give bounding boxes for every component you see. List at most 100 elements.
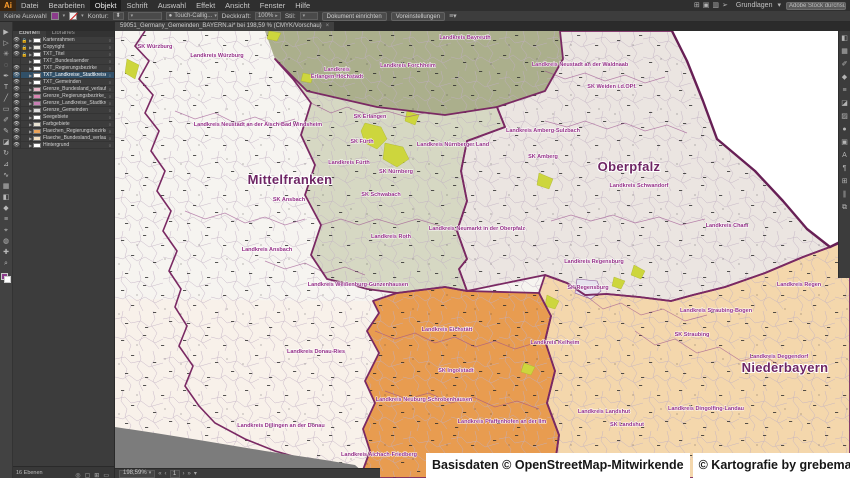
layer-name[interactable]: Flaechen_Regierungsbezirke_au... — [43, 128, 106, 134]
lock-icon[interactable] — [21, 114, 28, 121]
variable-width-dropdown[interactable]: ▾ — [128, 12, 162, 20]
menu-fenster[interactable]: Fenster — [255, 0, 290, 11]
target-circle-icon[interactable]: ○ — [106, 115, 114, 120]
artboard-canvas[interactable]: SK WürzburgLandkreis WürzburgLandkreis B… — [115, 31, 850, 478]
layer-name[interactable]: Seegebiete — [43, 114, 106, 120]
menu-auswahl[interactable]: Auswahl — [153, 0, 191, 11]
shape-builder-tool[interactable]: ▦ — [1, 182, 12, 192]
chevron-down-icon[interactable]: ▾ — [777, 0, 781, 11]
character-panel-icon[interactable]: A — [842, 151, 847, 160]
visibility-eye-icon[interactable] — [13, 58, 21, 65]
layer-name[interactable]: Flaeche_Bundesland_verlauf — [43, 135, 106, 141]
artboards-panel-icon[interactable]: ⊞ — [842, 177, 848, 186]
screen-mode-icon[interactable]: ▥ — [712, 2, 719, 9]
target-circle-icon[interactable]: ○ — [106, 108, 114, 113]
next-artboard-icon[interactable]: › — [183, 471, 185, 477]
gradient-panel-icon[interactable]: ◪ — [841, 99, 848, 108]
target-circle-icon[interactable]: ○ — [106, 87, 114, 92]
artboard-tool[interactable]: ✚ — [1, 248, 12, 258]
visibility-eye-icon[interactable]: 👁 — [13, 114, 21, 121]
visibility-eye-icon[interactable]: 👁 — [13, 135, 21, 142]
layer-row[interactable]: 👁▶Hintergrund○ — [13, 142, 114, 149]
make-mask-icon[interactable]: ◎ — [73, 473, 82, 478]
fill-color-swatch[interactable] — [51, 12, 59, 20]
lock-icon[interactable] — [21, 65, 28, 72]
target-circle-icon[interactable]: ○ — [106, 59, 114, 64]
visibility-eye-icon[interactable]: 👁 — [13, 79, 21, 86]
last-artboard-icon[interactable]: » — [188, 471, 191, 477]
target-circle-icon[interactable]: ○ — [106, 38, 114, 43]
opacity-value-dropdown[interactable]: 100%▸ — [255, 12, 281, 20]
graphic-styles-panel-icon[interactable]: ▣ — [841, 138, 848, 147]
stroke-weight-stepper[interactable]: ⬍ — [113, 12, 124, 20]
layer-name[interactable]: TXT_Landkreise_Stadtkreise — [43, 72, 106, 78]
lock-icon[interactable]: 🔒 — [21, 37, 28, 44]
target-circle-icon[interactable]: ○ — [106, 80, 114, 85]
blend-tool[interactable]: ◍ — [1, 237, 12, 247]
layer-row[interactable]: 👁▶Grenze_Gemeinden○ — [13, 107, 114, 114]
visibility-eye-icon[interactable]: 👁 — [13, 107, 21, 114]
pen-tool[interactable]: ✒ — [1, 72, 12, 82]
stroke-color-swatch[interactable] — [69, 12, 77, 20]
stroke-panel-icon[interactable]: ≡ — [842, 86, 846, 95]
layer-row[interactable]: 👁▶Grenze_Regierungsbezirke_aufl...○ — [13, 93, 114, 100]
layer-name[interactable]: Grenze_Landkreise_Stadtkreise — [43, 100, 106, 106]
lock-icon[interactable] — [21, 135, 28, 142]
lock-icon[interactable] — [21, 72, 28, 79]
layer-name[interactable]: TXT_Regierungsbezirke — [43, 65, 106, 71]
brush-definition-dropdown[interactable]: ● Touch-Callig... ▾ — [166, 12, 218, 20]
target-circle-icon[interactable]: ○ — [106, 94, 114, 99]
document-tab[interactable]: 59051_Germany_Gemeinden_BAYERN.ai* bei 1… — [115, 22, 334, 31]
menu-datei[interactable]: Datei — [16, 0, 44, 11]
layer-row[interactable]: 👁🔒▶Copyright○ — [13, 44, 114, 51]
layer-row[interactable]: 👁▶Farbgebiete○ — [13, 121, 114, 128]
layer-name[interactable]: TXT_Gemeinden — [43, 79, 106, 85]
eyedropper-tool[interactable]: ⌖ — [1, 226, 12, 236]
symbols-panel-icon[interactable]: ◆ — [842, 73, 847, 82]
target-circle-icon[interactable]: ○ — [106, 122, 114, 127]
magic-wand-tool[interactable]: ✳ — [1, 50, 12, 60]
width-tool[interactable]: ∿ — [1, 171, 12, 181]
visibility-eye-icon[interactable]: 👁 — [13, 100, 21, 107]
rectangle-tool[interactable]: ▭ — [1, 105, 12, 115]
visibility-eye-icon[interactable]: 👁 — [13, 51, 21, 58]
menu-schrift[interactable]: Schrift — [121, 0, 152, 11]
fill-stroke-control[interactable] — [1, 273, 11, 283]
lock-icon[interactable] — [21, 107, 28, 114]
type-tool[interactable]: T — [1, 83, 12, 93]
layer-name[interactable]: Hintergrund — [43, 142, 106, 148]
menu-bearbeiten[interactable]: Bearbeiten — [44, 0, 90, 11]
chevron-down-icon[interactable]: ▾ — [63, 13, 66, 19]
transparency-panel-icon[interactable]: ▨ — [841, 112, 848, 121]
lock-icon[interactable] — [21, 100, 28, 107]
pencil-tool[interactable]: ✎ — [1, 127, 12, 137]
brushes-panel-icon[interactable]: ✐ — [842, 60, 848, 69]
direct-selection-tool[interactable]: ▷ — [1, 39, 12, 49]
appearance-panel-icon[interactable]: ● — [842, 125, 846, 134]
target-circle-icon[interactable]: ○ — [106, 136, 114, 141]
layer-row[interactable]: 👁🔒▶Kartenrahmen○ — [13, 37, 114, 44]
target-circle-icon[interactable]: ○ — [106, 101, 114, 106]
target-circle-icon[interactable]: ○ — [106, 66, 114, 71]
stroke-proxy[interactable] — [4, 276, 11, 283]
lasso-tool[interactable]: ◌ — [1, 61, 12, 71]
previous-artboard-icon[interactable]: ‹ — [165, 471, 167, 477]
layer-name[interactable]: Grenze_Bundesland_verlauf — [43, 86, 106, 92]
visibility-eye-icon[interactable]: 👁 — [13, 128, 21, 135]
lock-icon[interactable] — [21, 128, 28, 135]
document-setup-button[interactable]: Dokument einrichten — [322, 12, 387, 21]
delete-layer-icon[interactable]: ▭ — [101, 473, 111, 478]
lock-icon[interactable]: 🔒 — [21, 51, 28, 58]
layer-row[interactable]: 👁▶Flaechen_Regierungsbezirke_au...○ — [13, 128, 114, 135]
visibility-eye-icon[interactable]: 👁 — [13, 72, 21, 79]
layer-row[interactable]: 👁▶Flaeche_Bundesland_verlauf○ — [13, 135, 114, 142]
lock-icon[interactable] — [21, 121, 28, 128]
line-segment-tool[interactable]: ╱ — [1, 94, 12, 104]
zoom-tool[interactable]: ⌕ — [1, 259, 12, 269]
menu-objekt[interactable]: Objekt — [90, 0, 122, 11]
menu-ansicht[interactable]: Ansicht — [220, 0, 255, 11]
visibility-eye-icon[interactable]: 👁 — [13, 142, 21, 149]
preferences-button[interactable]: Voreinstellungen — [391, 12, 445, 21]
layer-name[interactable]: Grenze_Regierungsbezirke_aufl... — [43, 93, 106, 99]
stock-search-input[interactable]: Adobe Stock durchsuchen — [786, 2, 846, 10]
